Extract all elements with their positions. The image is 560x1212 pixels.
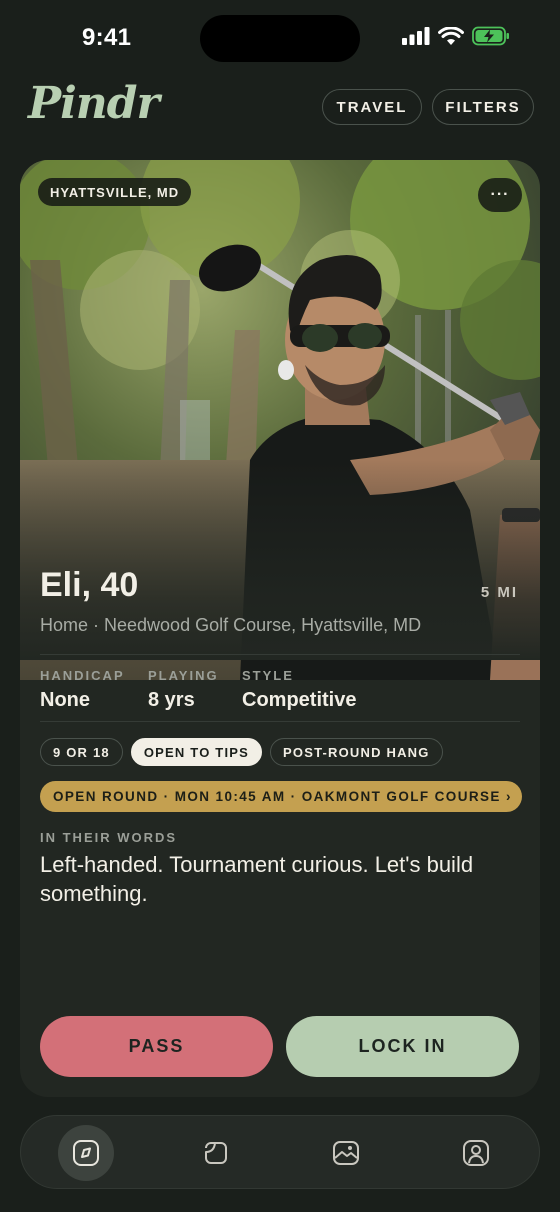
wifi-icon [438,26,464,45]
dynamic-island [200,15,360,62]
battery-charging-icon [472,26,509,46]
profile-card[interactable]: HYATTSVILLE, MD ··· Eli, 40 5 MI Home · … [20,160,540,1097]
status-time: 9:41 [82,24,132,51]
pass-button[interactable]: PASS [40,1016,273,1077]
more-options-button[interactable]: ··· [478,178,522,212]
filters-button[interactable]: FILTERS [432,89,534,125]
stat-value: Competitive [242,689,357,711]
open-round-banner[interactable]: OPEN ROUND · MON 10:45 AM · OAKMONT GOLF… [40,781,522,812]
discover-icon [73,1140,99,1166]
tag-post-round-hang: POST-ROUND HANG [270,738,443,766]
profile-icon [463,1140,489,1166]
stat-label: HANDICAP [40,668,125,683]
stat-label: STYLE [242,668,294,683]
stat-style: STYLE Competitive [242,668,356,712]
stat-handicap: HANDICAP None [40,668,125,712]
divider [40,654,520,655]
signal-icon [402,27,430,45]
tag-open-to-tips: OPEN TO TIPS [130,738,263,766]
stat-value: 8 yrs [148,689,195,711]
stat-label: PLAYING [148,668,219,683]
stat-playing: PLAYING 8 yrs [148,668,219,712]
status-icons [402,26,510,46]
status-bar: 9:41 [0,0,560,78]
travel-button[interactable]: TRAVEL [322,89,422,125]
app-logo: Pindr [28,78,160,129]
tab-rounds[interactable] [188,1125,244,1181]
words-label: IN THEIR WORDS [40,830,178,845]
tag-list: 9 OR 18 OPEN TO TIPS POST-ROUND HANG [40,738,443,766]
profile-name: Eli, 40 [40,566,139,604]
location-badge: HYATTSVILLE, MD [38,178,192,206]
photos-icon [333,1141,359,1165]
rounds-icon [205,1142,227,1164]
tab-photos[interactable] [318,1125,374,1181]
bio-text: Left-handed. Tournament curious. Let's b… [40,852,474,906]
divider [40,721,520,722]
stat-value: None [40,689,90,711]
distance-label: 5 MI [480,584,518,601]
lock-in-button[interactable]: LOCK IN [286,1016,519,1077]
tab-profile[interactable] [448,1125,504,1181]
tag-9-or-18: 9 OR 18 [40,738,123,766]
tab-discover[interactable] [58,1125,114,1181]
tab-bar [20,1115,540,1189]
home-course: Home · Needwood Golf Course, Hyattsville… [40,615,422,635]
